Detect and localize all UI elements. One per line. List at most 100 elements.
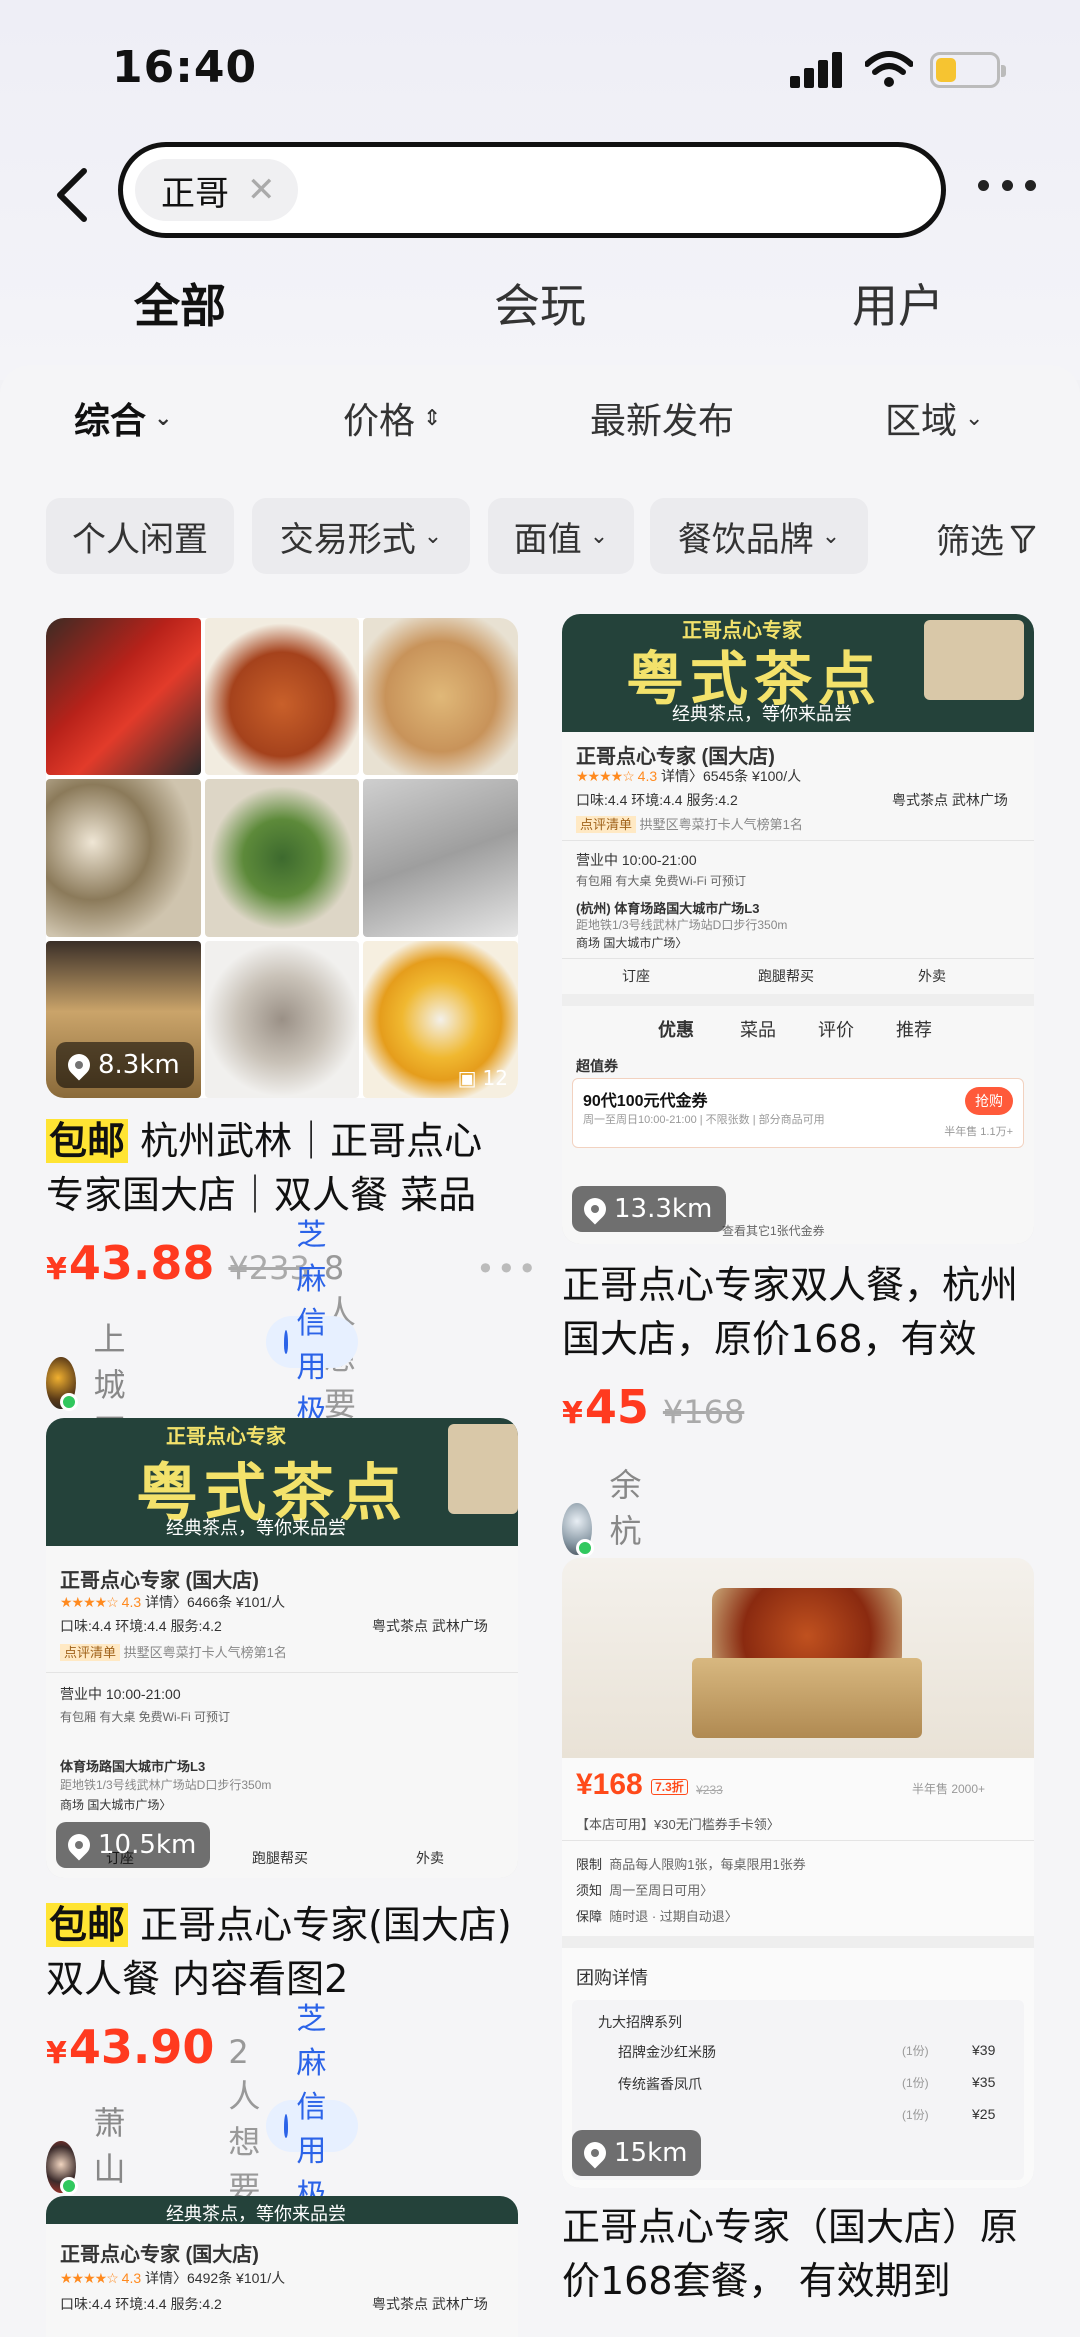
filter-screen-button[interactable]: 筛选 — [936, 514, 1036, 563]
listing-photo[interactable]: 经典茶点，等你来品尝 正哥点心专家 (国大店) ★★★★☆ 4.3 详情〉649… — [46, 2196, 518, 2337]
shop-name: 正哥点心专家 (国大店) — [576, 746, 775, 768]
distance-text: 10.5km — [98, 1830, 197, 1860]
filter-face-value[interactable]: 面值 ⌄ — [488, 498, 634, 574]
listing-title[interactable]: 包邮 杭州武林｜正哥点心专家国大店｜双人餐 菜品 — [46, 1114, 516, 1222]
sesame-credit-icon — [284, 2114, 289, 2138]
voucher-sub: 周一至周日10:00-21:00 | 不限张数 | 部分商品可用 — [583, 1114, 825, 1126]
shop-mall: 商场 国大城市广场〉 — [576, 936, 688, 950]
more-icon[interactable]: ••• — [476, 1250, 539, 1288]
listing-title[interactable]: 正哥点心专家双人餐，杭州国大店，原价168，有效 — [562, 1258, 1042, 1366]
shop-tab-recommend: 推荐 — [896, 1020, 932, 1040]
divider — [562, 840, 1034, 841]
location-pin-icon — [579, 2137, 611, 2169]
sort-toggle-icon: ⇕ — [423, 405, 442, 431]
wifi-icon — [865, 51, 913, 87]
listing-photo[interactable]: ¥168 7.3折 ¥233 半年售 2000+ 【本店可用】¥30无门槛券手卡… — [562, 1558, 1034, 2188]
search-query-text: 正哥 — [161, 173, 229, 214]
shop-screenshot: 正哥点心专家 粤式茶点 经典茶点，等你来品尝 正哥点心专家 (国大店) ★★★★… — [562, 614, 1034, 1244]
steamer-image — [448, 1424, 518, 1514]
deal-item-qty: (1份) — [902, 2108, 929, 2122]
avatar — [46, 1357, 78, 1411]
action-errand: 跑腿帮买 — [758, 968, 814, 984]
deal-item-price: ¥39 — [972, 2042, 996, 2058]
clear-query-icon[interactable]: ✕ — [247, 170, 276, 210]
price-value: 43.90 — [68, 2020, 215, 2074]
shop-reviews: 详情〉6492条 ¥101/人 — [145, 2270, 286, 2286]
credit-badge: 芝麻信用极好 — [266, 2002, 358, 2257]
currency-symbol: ¥ — [562, 1396, 583, 1431]
star-rating-icon: ★★★★☆ — [60, 1594, 119, 1610]
deal-limit: 限制 商品每人限购1张，每桌限用1张券 — [576, 1854, 806, 1873]
deal-section-title: 团购详情 — [576, 1968, 648, 1988]
rank-text: 拱墅区粤菜打卡人气榜第1名 — [123, 1645, 287, 1660]
more-options-icon[interactable] — [978, 180, 1036, 194]
shop-tab-dishes: 菜品 — [740, 1020, 776, 1040]
action-book: 订座 — [622, 968, 650, 984]
tab-all[interactable]: 全部 — [132, 270, 228, 336]
online-dot — [59, 1393, 78, 1411]
tab-play[interactable]: 会玩 — [494, 270, 586, 336]
steamer-image — [924, 620, 1024, 700]
sort-latest[interactable]: 最新发布 — [590, 392, 734, 444]
shop-rating: 4.3 — [121, 1594, 142, 1610]
filter-screen-label: 筛选 — [936, 522, 1004, 562]
shop-tab-offers: 优惠 — [658, 1020, 694, 1040]
deal-item-price: ¥35 — [972, 2074, 996, 2090]
distance-text: 8.3km — [98, 1050, 180, 1080]
deal-discount: 7.3折 — [651, 1778, 688, 1795]
deal-price: ¥168 7.3折 ¥233 — [576, 1768, 723, 1802]
chevron-down-icon: ⌄ — [423, 523, 443, 549]
grab-button: 抢购 — [965, 1087, 1013, 1115]
listing-photo[interactable]: 8.3km ▣ 12 — [46, 618, 518, 1098]
filter-personal[interactable]: 个人闲置 — [46, 498, 234, 574]
distance-badge: 13.3km — [572, 1186, 727, 1232]
tab-users[interactable]: 用户 — [852, 270, 944, 336]
location-pin-icon — [63, 1829, 95, 1861]
deal-notice: 须知 周一至周日可用〉 — [576, 1880, 713, 1899]
photo-count: ▣ 12 — [458, 1066, 508, 1090]
funnel-icon — [1010, 525, 1036, 553]
back-arrow-icon[interactable] — [50, 165, 94, 225]
voucher-title: 90代100元代金券 — [583, 1093, 708, 1110]
tab-all-label: 全部 — [134, 279, 226, 333]
listing-title[interactable]: 包邮 正哥点心专家(国大店) 双人餐 内容看图2 — [46, 1898, 516, 2006]
filter-brand[interactable]: 餐饮品牌 ⌄ — [650, 498, 868, 574]
sort-region[interactable]: 区域 ⌄ — [885, 392, 983, 444]
shop-tab-reviews: 评价 — [818, 1020, 854, 1040]
deal-orig: ¥233 — [696, 1783, 723, 1797]
filter-trade-form[interactable]: 交易形式 ⌄ — [252, 498, 470, 574]
shop-reviews: 详情〉6466条 ¥101/人 — [145, 1594, 286, 1610]
shop-cuisine: 粤式茶点 武林广场 — [372, 1618, 488, 1634]
rank-text: 拱墅区粤菜打卡人气榜第1名 — [639, 817, 803, 832]
deal-limit-text: 商品每人限购1张，每桌限用1张券 — [609, 1857, 806, 1872]
voucher-label: 超值券 — [576, 1058, 618, 1074]
shop-scores: 口味:4.4 环境:4.4 服务:4.2 — [576, 792, 738, 808]
banner-sub-text: 经典茶点，等你来品尝 — [166, 2204, 346, 2224]
shop-amenities: 有包厢 有大桌 免费Wi-Fi 可预订 — [60, 1710, 230, 1724]
divider — [46, 1672, 518, 1673]
listing-photo[interactable]: 正哥点心专家 粤式茶点 经典茶点，等你来品尝 正哥点心专家 (国大店) ★★★★… — [562, 614, 1034, 1244]
sort-price[interactable]: 价格 ⇕ — [343, 392, 441, 444]
shop-address: (杭州) 体育场路国大城市广场L3 — [576, 901, 760, 916]
action-delivery: 外卖 — [416, 1850, 444, 1866]
location-pin-icon — [63, 1049, 95, 1081]
distance-text: 13.3km — [614, 1194, 713, 1224]
chevron-down-icon: ⌄ — [589, 523, 609, 549]
sort-comprehensive[interactable]: 综合 ⌄ — [74, 392, 172, 444]
listing-photo[interactable]: 正哥点心专家 粤式茶点 经典茶点，等你来品尝 正哥点心专家 (国大店) ★★★★… — [46, 1418, 518, 1878]
shop-rank-row: 点评清单 拱墅区粤菜打卡人气榜第1名 — [576, 814, 803, 833]
deal-sold: 半年售 2000+ — [912, 1782, 986, 1796]
shop-rating-row: ★★★★☆ 4.3 详情〉6492条 ¥101/人 — [60, 2268, 285, 2288]
online-dot — [59, 2177, 78, 2195]
listing-title[interactable]: 正哥点心专家（国大店）原价168套餐， 有效期到 — [562, 2200, 1042, 2308]
search-input[interactable]: 正哥 ✕ — [118, 142, 946, 238]
shop-reviews: 详情〉6545条 ¥100/人 — [661, 768, 802, 784]
chevron-down-icon: ⌄ — [154, 405, 173, 431]
shop-banner: 正哥点心专家 粤式茶点 经典茶点，等你来品尝 — [562, 614, 1034, 732]
status-time: 16:40 — [112, 42, 258, 93]
sesame-credit-icon — [284, 1330, 289, 1354]
search-query-chip[interactable]: 正哥 ✕ — [135, 159, 298, 221]
shop-metro: 距地铁1/3号线武林广场站D口步行350m — [576, 918, 788, 932]
more-vouchers: 查看其它1张代金券 — [722, 1224, 825, 1238]
listing-title-text: 正哥点心专家（国大店）原价168套餐， 有效期到 — [562, 2205, 1019, 2303]
